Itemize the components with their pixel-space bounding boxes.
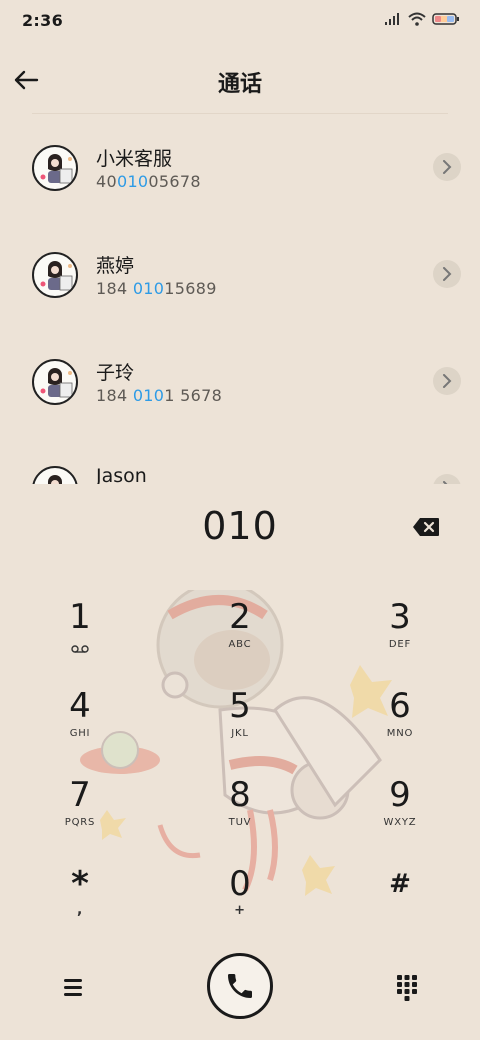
key-7[interactable]: 7 PQRS	[25, 775, 135, 851]
key-digit: 2	[229, 597, 251, 637]
contact-detail-button[interactable]	[433, 367, 461, 395]
contact-avatar	[32, 145, 78, 191]
hamburger-menu-icon[interactable]	[56, 972, 90, 1002]
status-time: 2:36	[22, 11, 63, 30]
chevron-right-icon	[443, 481, 448, 484]
contact-number: 184 01015689	[96, 279, 217, 298]
contact-detail-button[interactable]	[433, 153, 461, 181]
key-digit: 9	[389, 775, 411, 815]
key-1[interactable]: 1	[25, 597, 135, 673]
contact-detail-button[interactable]	[433, 474, 461, 484]
key-digit: 1	[69, 597, 91, 637]
number-match: 010	[116, 172, 149, 191]
contact-name: 燕婷	[96, 255, 135, 277]
key-digit: 5	[229, 686, 251, 726]
key-4[interactable]: 4 GHI	[25, 686, 135, 762]
key-letters: GHI	[69, 728, 91, 739]
key-8[interactable]: 8 TUV	[185, 775, 295, 851]
contact-row[interactable]: 小米客服 4001005678	[0, 114, 480, 214]
number-prefix: 184	[96, 279, 133, 298]
key-letters: DEF	[388, 639, 412, 650]
key-letters: ,	[76, 902, 84, 918]
key-letters: WXYZ	[383, 817, 417, 828]
contact-detail-button[interactable]	[433, 260, 461, 288]
key-hash[interactable]: #	[345, 864, 455, 940]
chevron-right-icon	[443, 267, 452, 281]
key-digit: 4	[69, 686, 91, 726]
contact-name: 小米客服	[96, 148, 173, 170]
key-6[interactable]: 6 MNO	[345, 686, 455, 762]
header: 通话	[0, 58, 480, 102]
key-letters: +	[234, 903, 246, 918]
key-digit: 0	[229, 864, 251, 904]
dialed-number: 010	[202, 504, 278, 548]
key-letters: TUV	[228, 817, 252, 828]
key-letters: JKL	[231, 728, 249, 739]
key-digit: *	[71, 864, 89, 904]
number-prefix: 184	[96, 386, 133, 405]
key-9[interactable]: 9 WXYZ	[345, 775, 455, 851]
key-digit: 3	[389, 597, 411, 637]
number-suffix: 1 5678	[164, 386, 223, 405]
avatar-illustration-icon	[40, 154, 73, 184]
key-5[interactable]: 5 JKL	[185, 686, 295, 762]
key-3[interactable]: 3 DEF	[345, 597, 455, 673]
contact-list: 小米客服 4001005678 燕婷 184 01015689 子玲 184 0…	[0, 114, 480, 484]
contact-row[interactable]: 燕婷 184 01015689	[0, 221, 480, 321]
chevron-right-icon	[443, 160, 452, 174]
key-letters: ABC	[228, 639, 252, 650]
contact-avatar	[32, 252, 78, 298]
avatar-illustration-icon	[40, 261, 73, 291]
avatar-illustration-icon	[40, 368, 73, 398]
contact-name: 子玲	[96, 362, 135, 384]
avatar-illustration-icon	[48, 475, 62, 484]
number-suffix: 05678	[148, 172, 201, 191]
battery-icon	[432, 13, 459, 25]
key-digit: 6	[389, 686, 411, 726]
wifi-icon	[408, 12, 426, 26]
contact-avatar	[32, 359, 78, 405]
key-digit: 7	[69, 775, 91, 815]
status-icons	[384, 12, 460, 26]
number-prefix: 40	[96, 172, 117, 191]
phone-icon	[228, 974, 252, 998]
voicemail-icon	[25, 639, 135, 653]
key-0[interactable]: 0 +	[185, 864, 295, 940]
key-digit: 8	[229, 775, 251, 815]
number-match: 010	[132, 386, 165, 405]
backspace-button[interactable]	[410, 514, 442, 540]
key-star[interactable]: * ,	[25, 864, 135, 940]
key-letters: MNO	[386, 728, 414, 739]
backspace-icon	[413, 518, 439, 536]
key-digit: #	[389, 869, 411, 899]
page-title: 通话	[217, 72, 262, 97]
contact-avatar	[32, 466, 78, 484]
contact-number: 184 0101 5678	[96, 386, 222, 405]
number-suffix: 15689	[164, 279, 217, 298]
signal-icon	[385, 13, 399, 25]
status-bar: 2:36	[0, 0, 480, 44]
contact-row[interactable]: Jason	[0, 435, 480, 484]
contact-row[interactable]: 子玲 184 0101 5678	[0, 328, 480, 428]
bottom-bar	[0, 950, 480, 1022]
key-2[interactable]: 2 ABC	[185, 597, 295, 673]
call-button[interactable]	[207, 953, 273, 1019]
contact-number: 4001005678	[96, 172, 201, 191]
dial-display: 010	[0, 500, 480, 556]
key-letters: PQRS	[64, 817, 96, 828]
contact-name: Jason	[96, 465, 147, 484]
dialpad-icon[interactable]	[392, 972, 422, 1002]
chevron-right-icon	[443, 374, 452, 388]
number-match: 010	[132, 279, 165, 298]
